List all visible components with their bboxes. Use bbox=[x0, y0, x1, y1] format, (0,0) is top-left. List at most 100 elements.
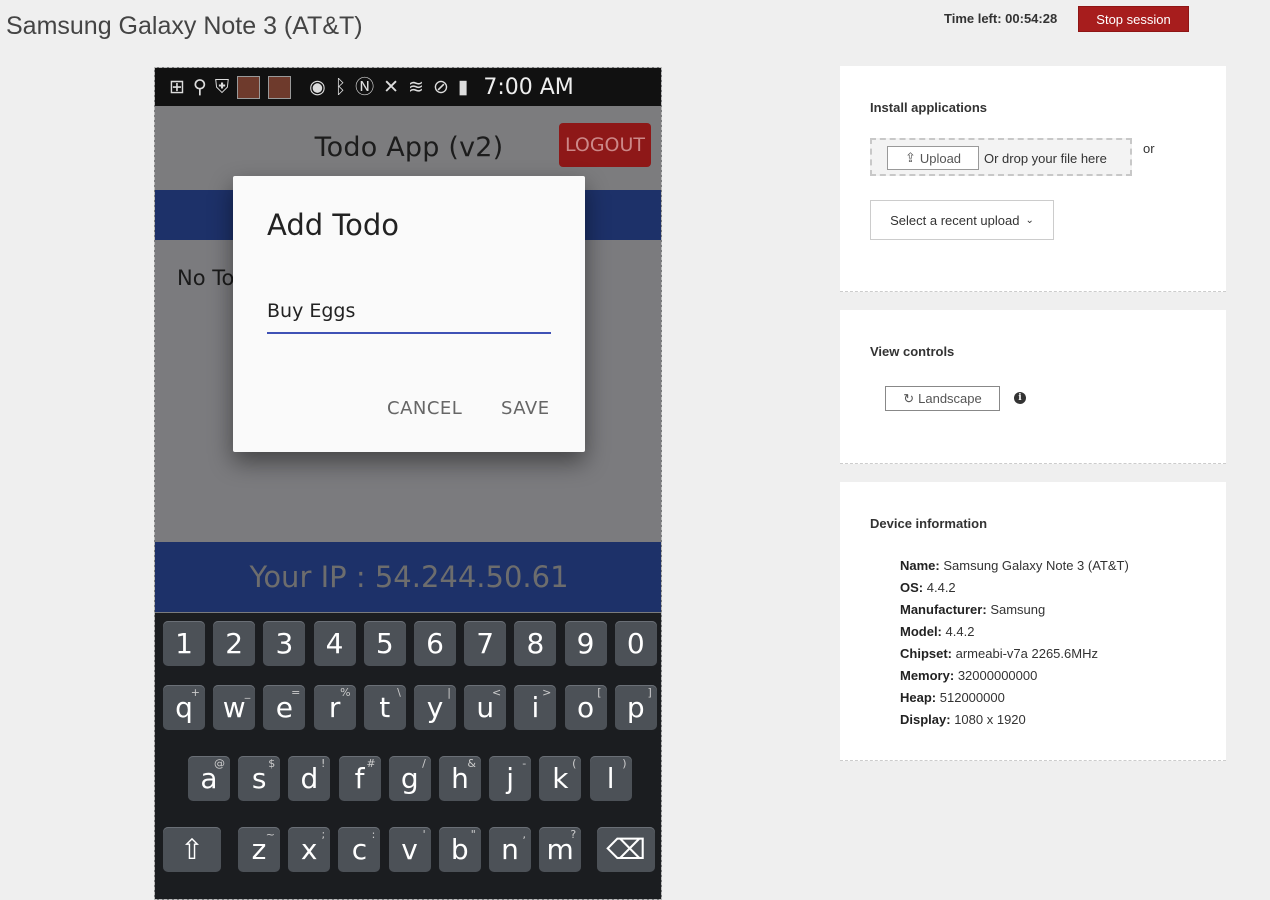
key-row25[interactable]: y | bbox=[414, 685, 456, 730]
device-info-heading: Device information bbox=[870, 516, 988, 531]
app-notification-icon bbox=[268, 75, 292, 99]
key-hint: ! bbox=[320, 757, 326, 770]
key-row37[interactable]: k( bbox=[539, 756, 582, 801]
key-hint: " bbox=[470, 828, 476, 841]
key-hint: ~ bbox=[265, 828, 275, 841]
key-label: r bbox=[328, 691, 341, 724]
key-label: t bbox=[379, 691, 391, 724]
key-hint: & bbox=[467, 757, 476, 770]
eye-icon: ◉ bbox=[309, 76, 326, 98]
key-row16[interactable]: 7 bbox=[464, 621, 507, 666]
key-row27[interactable]: i > bbox=[514, 685, 557, 730]
shift-key[interactable]: ⇧ bbox=[163, 827, 221, 872]
key-row20[interactable]: q + bbox=[163, 685, 205, 730]
device-info-row: Heap: 512000000 bbox=[900, 687, 1129, 709]
key-label: 2 bbox=[225, 627, 244, 660]
mute-icon: ✕ bbox=[383, 76, 400, 98]
key-row10[interactable]: 1 bbox=[163, 621, 205, 666]
key-label: o bbox=[577, 691, 595, 724]
key-row41[interactable]: x; bbox=[288, 827, 331, 872]
key-hint: ; bbox=[321, 828, 326, 841]
cancel-button[interactable]: CANCEL bbox=[387, 398, 462, 419]
key-row38[interactable]: l) bbox=[589, 756, 632, 801]
key-row21[interactable]: w _ bbox=[213, 685, 256, 730]
device-info-list: Name: Samsung Galaxy Note 3 (AT&T) OS: 4.… bbox=[900, 555, 1129, 731]
key-hint: ( bbox=[572, 757, 577, 770]
key-label: b bbox=[450, 833, 469, 866]
stop-session-button[interactable]: Stop session bbox=[1078, 6, 1189, 32]
landscape-label: Landscape bbox=[918, 391, 982, 406]
key-row23[interactable]: r% bbox=[313, 685, 356, 730]
keyboard: ⇧ ⌫ 1 2 3 4 5 6 7 8 9 0 q + w _ e = r% t \ y | u < i > o[p] a @ s $ d!… bbox=[155, 613, 661, 899]
key-row34[interactable]: g / bbox=[388, 756, 431, 801]
key-row12[interactable]: 3 bbox=[263, 621, 306, 666]
key-row42[interactable]: c: bbox=[338, 827, 381, 872]
key-row13[interactable]: 4 bbox=[313, 621, 356, 666]
key-label: k bbox=[552, 762, 569, 795]
device-screen[interactable]: ⊞ ⚲ ⛨ ◉ ᛒ Ⓝ ✕ ≋ ⊘ ▮ 7:00 AM Todo App (v2… bbox=[154, 67, 662, 900]
key-label: i bbox=[531, 691, 540, 724]
status-bar: ⊞ ⚲ ⛨ ◉ ᛒ Ⓝ ✕ ≋ ⊘ ▮ 7:00 AM bbox=[155, 68, 661, 106]
key-row15[interactable]: 6 bbox=[414, 621, 456, 666]
key-label: g bbox=[400, 762, 419, 795]
key-row31[interactable]: s $ bbox=[238, 756, 281, 801]
no-signal-icon: ⊘ bbox=[432, 76, 449, 98]
key-row19[interactable]: 0 bbox=[614, 621, 657, 666]
key-label: v bbox=[401, 833, 418, 866]
shield-icon: ⛨ bbox=[214, 76, 230, 98]
device-info-label: Memory: bbox=[900, 668, 955, 683]
key-row28[interactable]: o[ bbox=[564, 685, 607, 730]
key-row46[interactable]: m? bbox=[539, 827, 582, 872]
view-controls-heading: View controls bbox=[870, 344, 955, 359]
info-icon[interactable]: i bbox=[1014, 392, 1026, 404]
key-row32[interactable]: d! bbox=[288, 756, 331, 801]
logout-button[interactable]: LOGOUT bbox=[559, 123, 651, 167]
key-label: s bbox=[251, 762, 267, 795]
recent-upload-select[interactable]: Select a recent upload ⌄ bbox=[870, 200, 1054, 240]
page-title: Samsung Galaxy Note 3 (AT&T) bbox=[6, 12, 363, 40]
todo-input[interactable] bbox=[267, 290, 551, 334]
key-row30[interactable]: a @ bbox=[188, 756, 230, 801]
install-heading: Install applications bbox=[870, 100, 988, 115]
key-label: w bbox=[222, 691, 246, 724]
backspace-key[interactable]: ⌫ bbox=[597, 827, 655, 872]
key-row17[interactable]: 8 bbox=[514, 621, 557, 666]
key-row35[interactable]: h & bbox=[439, 756, 481, 801]
key-hint: @ bbox=[214, 757, 225, 770]
key-row33[interactable]: f # bbox=[338, 756, 381, 801]
device-info-row: Name: Samsung Galaxy Note 3 (AT&T) bbox=[900, 555, 1129, 577]
key-row29[interactable]: p] bbox=[614, 685, 657, 730]
upload-button[interactable]: ⇪ Upload bbox=[887, 146, 979, 170]
key-row43[interactable]: v ' bbox=[388, 827, 431, 872]
wifi-icon: ≋ bbox=[408, 76, 424, 98]
key-row22[interactable]: e = bbox=[263, 685, 306, 730]
key-label: 8 bbox=[526, 627, 545, 660]
drop-hint: Or drop your file here bbox=[984, 151, 1107, 166]
view-controls-panel: View controls ↻ Landscape i bbox=[840, 310, 1226, 464]
key-row11[interactable]: 2 bbox=[213, 621, 256, 666]
key-label: 9 bbox=[576, 627, 595, 660]
ip-footer: Your IP : 54.244.50.61 bbox=[155, 542, 661, 612]
save-button[interactable]: SAVE bbox=[501, 398, 550, 419]
key-hint: / bbox=[422, 757, 426, 770]
landscape-button[interactable]: ↻ Landscape bbox=[885, 386, 1000, 411]
key-label: x bbox=[300, 833, 318, 866]
time-left: Time left: 00:54:28 bbox=[944, 11, 1058, 26]
device-info-label: Name: bbox=[900, 558, 940, 573]
key-row44[interactable]: b " bbox=[438, 827, 481, 872]
key-label: j bbox=[506, 762, 515, 795]
key-hint: + bbox=[190, 686, 200, 699]
key-row14[interactable]: 5 bbox=[363, 621, 406, 666]
key-row24[interactable]: t \ bbox=[363, 685, 406, 730]
key-hint: ' bbox=[422, 828, 426, 841]
key-row45[interactable]: n, bbox=[489, 827, 531, 872]
key-row40[interactable]: z ~ bbox=[238, 827, 280, 872]
key-hint: [ bbox=[597, 686, 602, 699]
key-row18[interactable]: 9 bbox=[564, 621, 607, 666]
key-label: 4 bbox=[325, 627, 344, 660]
key-row26[interactable]: u < bbox=[464, 685, 507, 730]
file-dropzone[interactable]: ⇪ Upload Or drop your file here bbox=[870, 138, 1132, 176]
key-hint: - bbox=[522, 757, 527, 770]
key-hint: : bbox=[371, 828, 376, 841]
key-row36[interactable]: j- bbox=[489, 756, 532, 801]
